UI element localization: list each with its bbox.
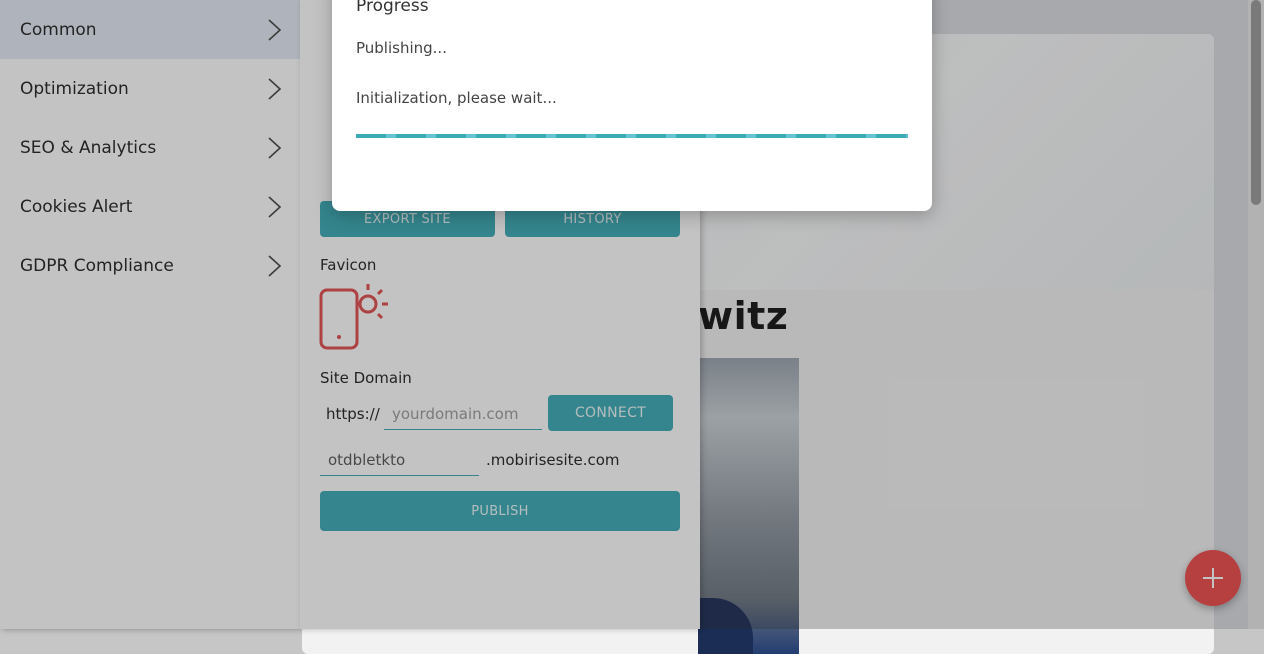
progress-bar (356, 134, 908, 138)
progress-bar-fill (356, 134, 908, 138)
progress-detail: Initialization, please wait... (356, 89, 557, 107)
dialog-title: Progress (356, 0, 429, 16)
progress-dialog: Progress Publishing... Initialization, p… (332, 0, 932, 211)
progress-status: Publishing... (356, 39, 447, 57)
